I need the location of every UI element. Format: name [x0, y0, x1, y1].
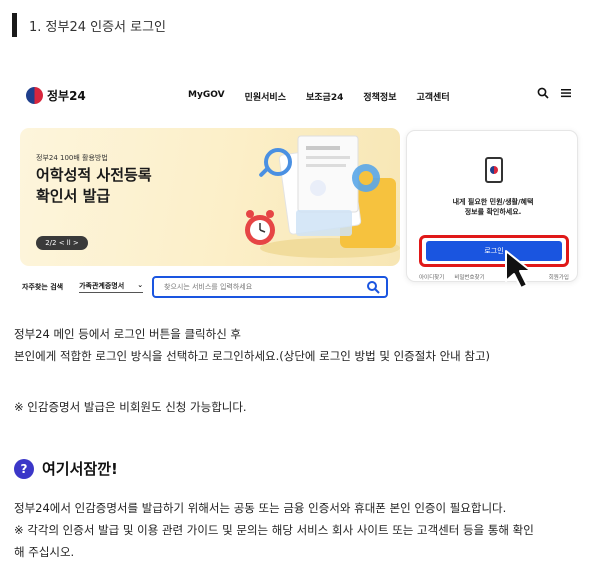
instruction-paragraph: 정부24 메인 등에서 로그인 버튼을 클릭하신 후 본인에게 적합한 로그인 … — [14, 323, 490, 367]
notice-paragraph: 정부24에서 인감증명서를 발급하기 위해서는 공동 또는 금융 인증서와 휴대… — [14, 497, 534, 563]
instruction-line1: 정부24 메인 등에서 로그인 버튼을 클릭하신 후 — [14, 327, 242, 341]
question-icon: ? — [14, 458, 34, 479]
notice-line3: 해 주십시오. — [14, 545, 75, 559]
quick-search-row: 자주찾는 검색 가족관계증명서 ⌄ — [22, 281, 144, 293]
find-id-link[interactable]: 아이디찾기 — [419, 273, 444, 281]
notice-heading: ? 여기서잠깐! — [14, 458, 118, 479]
heading-bar — [12, 13, 17, 37]
menu-item-policy-info[interactable]: 정책정보 — [363, 90, 396, 103]
header-tools — [537, 87, 572, 99]
notice-line2: ※ 각각의 인증서 발급 및 이용 관련 가이드 및 문의는 해당 서비스 회사… — [14, 523, 534, 537]
instruction-line2: 본인에게 적합한 로그인 방식을 선택하고 로그인하세요.(상단에 로그인 방법… — [14, 349, 491, 363]
search-submit-icon[interactable] — [366, 280, 380, 294]
account-links: 아이디찾기 비밀번호찾기 회원가입 — [419, 273, 569, 281]
banner-title: 어학성적 사전등록 확인서 발급 — [36, 165, 152, 207]
frequent-search-value: 가족관계증명서 — [79, 282, 125, 290]
banner-title-line1: 어학성적 사전등록 — [36, 166, 152, 184]
menu-item-subsidy24[interactable]: 보조금24 — [306, 90, 343, 103]
frequent-search-label: 자주찾는 검색 — [22, 283, 64, 291]
chevron-down-icon: ⌄ — [137, 281, 144, 289]
promo-banner[interactable]: 정부24 100배 활용방법 어학성적 사전등록 확인서 발급 2/2 < ll… — [20, 128, 400, 266]
smartphone-icon — [485, 157, 503, 183]
menu-item-civil-services[interactable]: 민원서비스 — [245, 90, 286, 103]
card-message-line2: 정보를 확인하세요. — [464, 208, 522, 216]
non-member-note: ※ 인감증명서 발급은 비회원도 신청 가능합니다. — [14, 400, 247, 414]
logo-text: 정부24 — [47, 89, 86, 103]
notice-title: 여기서잠깐! — [42, 460, 118, 478]
taegeuk-logo-icon — [26, 87, 43, 104]
hamburger-menu-icon[interactable] — [560, 87, 572, 99]
document-illustration — [245, 135, 400, 258]
sign-up-link[interactable]: 회원가입 — [549, 273, 569, 281]
find-password-link[interactable]: 비밀번호찾기 — [454, 273, 484, 281]
step-title: 1. 정부24 인증서 로그인 — [29, 19, 167, 35]
banner-pager[interactable]: 2/2 < ll > — [36, 236, 88, 250]
taegeuk-mini-icon — [490, 166, 498, 174]
gov24-logo[interactable]: 정부24 — [26, 87, 86, 104]
mouse-cursor-icon — [505, 250, 532, 289]
menu-item-mygov[interactable]: MyGOV — [188, 90, 225, 103]
menu-item-customer-center[interactable]: 고객센터 — [417, 90, 450, 103]
search-placeholder: 찾으시는 서비스를 입력하세요 — [164, 283, 253, 291]
search-icon[interactable] — [537, 87, 549, 99]
card-message-line1: 내게 필요한 민원/생활/혜택 — [452, 198, 534, 206]
frequent-search-select[interactable]: 가족관계증명서 ⌄ — [79, 281, 144, 293]
gov24-screenshot: 정부24 MyGOV 민원서비스 보조금24 정책정보 고객센터 정부24 10… — [14, 78, 586, 310]
step-heading: 1. 정부24 인증서 로그인 — [12, 12, 166, 38]
notice-line1: 정부24에서 인감증명서를 발급하기 위해서는 공동 또는 금융 인증서와 휴대… — [14, 501, 507, 515]
banner-subtitle: 정부24 100배 활용방법 — [36, 154, 108, 162]
main-menu: MyGOV 민원서비스 보조금24 정책정보 고객센터 — [188, 90, 450, 103]
top-navigation: 정부24 MyGOV 민원서비스 보조금24 정책정보 고객센터 — [14, 78, 586, 118]
service-search-box[interactable]: 찾으시는 서비스를 입력하세요 — [152, 276, 388, 298]
banner-title-line2: 확인서 발급 — [36, 187, 111, 205]
login-card: 내게 필요한 민원/생활/혜택 정보를 확인하세요. 로그인 아이디찾기 비밀번… — [406, 130, 578, 282]
